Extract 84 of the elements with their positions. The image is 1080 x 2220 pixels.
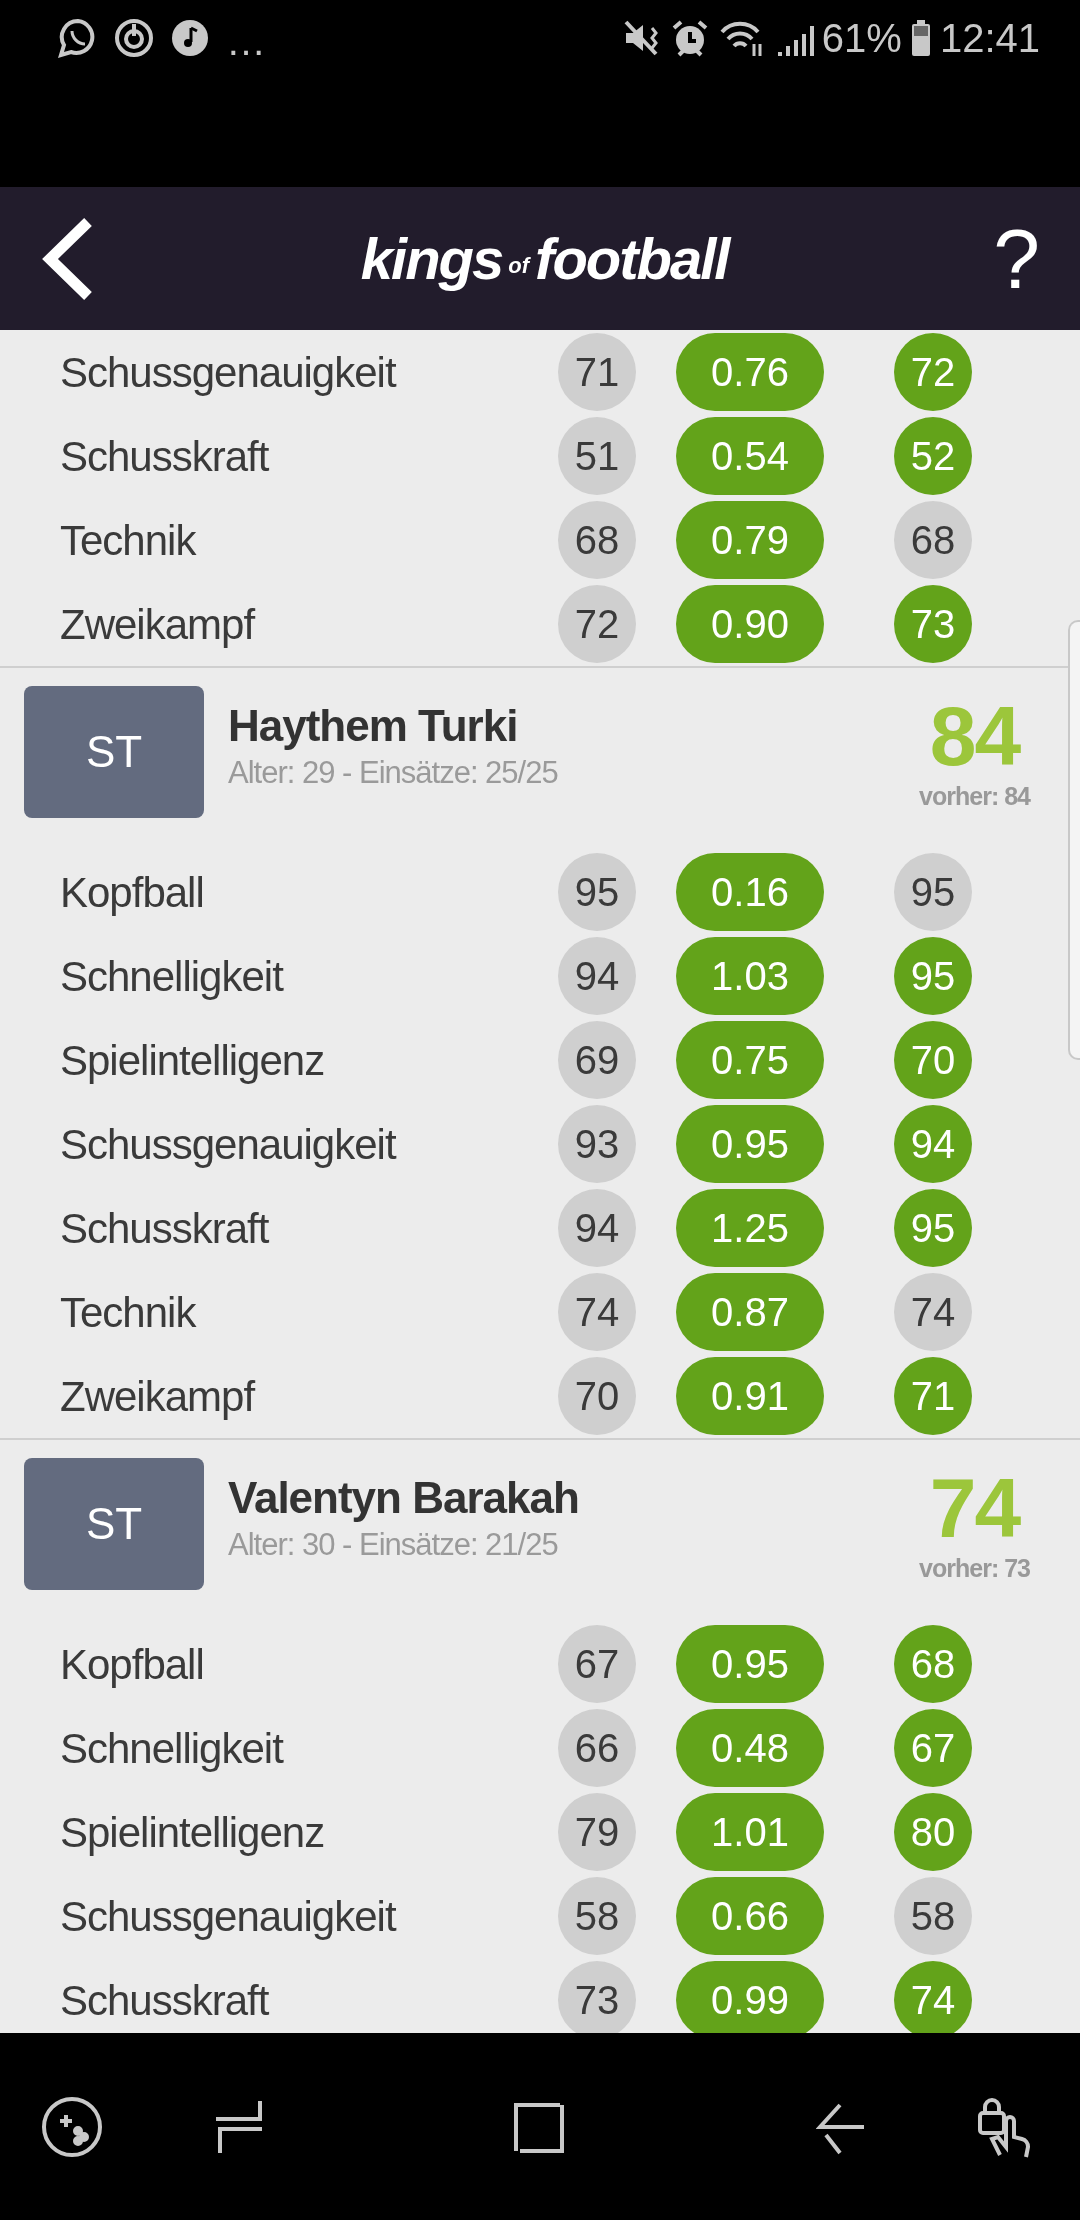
new-value: 80: [894, 1793, 972, 1871]
previous-value: 93: [558, 1105, 636, 1183]
attribute-label: Zweikampf: [60, 599, 256, 650]
change-value: 0.79: [676, 501, 824, 579]
player-rating: 74: [929, 1466, 1020, 1550]
change-value: 0.90: [676, 585, 824, 663]
player-info: Alter: 30 - Einsätze: 21/25: [228, 1526, 559, 1565]
change-value: 1.25: [676, 1189, 824, 1267]
battery-percent: 61%: [821, 14, 902, 62]
position-badge: ST: [24, 686, 204, 818]
change-value: 0.95: [676, 1625, 824, 1703]
power-ring-icon: [114, 17, 154, 58]
attribute-label: Schussgenauigkeit: [60, 1891, 398, 1942]
change-value: 0.48: [676, 1709, 824, 1787]
clock-time: 12:41: [939, 14, 1040, 62]
battery-icon: [909, 17, 932, 58]
previous-value: 94: [558, 937, 636, 1015]
previous-value: 94: [558, 1189, 636, 1267]
previous-value: 51: [558, 417, 636, 495]
attribute-label: Spielintelligenz: [60, 1035, 326, 1086]
music-note-icon: [170, 17, 210, 58]
change-value: 0.99: [676, 1961, 824, 2033]
attribute-label: Schusskraft: [60, 1975, 270, 2026]
previous-value: 66: [558, 1709, 636, 1787]
new-value: 52: [894, 417, 972, 495]
attribute-label: Technik: [60, 1287, 198, 1338]
new-value: 74: [894, 1961, 972, 2033]
player-info: Alter: 29 - Einsätze: 25/25: [228, 754, 559, 793]
new-value: 58: [894, 1877, 972, 1955]
previous-value: 70: [558, 1357, 636, 1435]
previous-value: 68: [558, 501, 636, 579]
attribute-label: Schnelligkeit: [60, 951, 285, 1002]
previous-rating: vorher: 84: [919, 781, 1030, 812]
new-value: 95: [894, 1189, 972, 1267]
attribute-label: Zweikampf: [60, 1371, 256, 1422]
attribute-label: Schussgenauigkeit: [60, 347, 398, 398]
gamepad-icon[interactable]: [40, 2094, 104, 2159]
change-value: 0.66: [676, 1877, 824, 1955]
new-value: 70: [894, 1021, 972, 1099]
new-value: 73: [894, 585, 972, 663]
change-value: 0.54: [676, 417, 824, 495]
new-value: 68: [894, 1625, 972, 1703]
change-value: 0.95: [676, 1105, 824, 1183]
new-value: 74: [894, 1273, 972, 1351]
new-value: 67: [894, 1709, 972, 1787]
more-indicator: …: [226, 17, 266, 65]
change-value: 1.01: [676, 1793, 824, 1871]
player-name: Haythem Turki: [228, 702, 519, 751]
previous-value: 69: [558, 1021, 636, 1099]
previous-value: 74: [558, 1273, 636, 1351]
new-value: 94: [894, 1105, 972, 1183]
change-value: 0.76: [676, 333, 824, 411]
attribute-label: Schussgenauigkeit: [60, 1119, 398, 1170]
new-value: 68: [894, 501, 972, 579]
new-value: 71: [894, 1357, 972, 1435]
player-name: Valentyn Barakah: [228, 1474, 580, 1523]
previous-value: 71: [558, 333, 636, 411]
previous-rating: vorher: 73: [919, 1553, 1030, 1584]
help-button[interactable]: ?: [993, 216, 1040, 301]
previous-value: 73: [558, 1961, 636, 2033]
change-value: 1.03: [676, 937, 824, 1015]
scroll-handle[interactable]: [1068, 620, 1080, 1060]
new-value: 72: [894, 333, 972, 411]
previous-value: 79: [558, 1793, 636, 1871]
player-rating: 84: [929, 694, 1020, 778]
attribute-label: Spielintelligenz: [60, 1807, 326, 1858]
attribute-label: Schusskraft: [60, 1203, 270, 1254]
new-value: 95: [894, 853, 972, 931]
position-badge: ST: [24, 1458, 204, 1590]
previous-value: 58: [558, 1877, 636, 1955]
attribute-label: Schusskraft: [60, 431, 270, 482]
new-value: 95: [894, 937, 972, 1015]
attribute-label: Schnelligkeit: [60, 1723, 285, 1774]
previous-value: 67: [558, 1625, 636, 1703]
change-value: 0.87: [676, 1273, 824, 1351]
previous-value: 95: [558, 853, 636, 931]
change-value: 0.75: [676, 1021, 824, 1099]
attribute-label: Technik: [60, 515, 198, 566]
change-value: 0.91: [676, 1357, 824, 1435]
attribute-label: Kopfball: [60, 1639, 205, 1690]
recent-apps-icon[interactable]: [214, 2098, 264, 2155]
attribute-label: Kopfball: [60, 867, 205, 918]
previous-value: 72: [558, 585, 636, 663]
change-value: 0.16: [676, 853, 824, 931]
